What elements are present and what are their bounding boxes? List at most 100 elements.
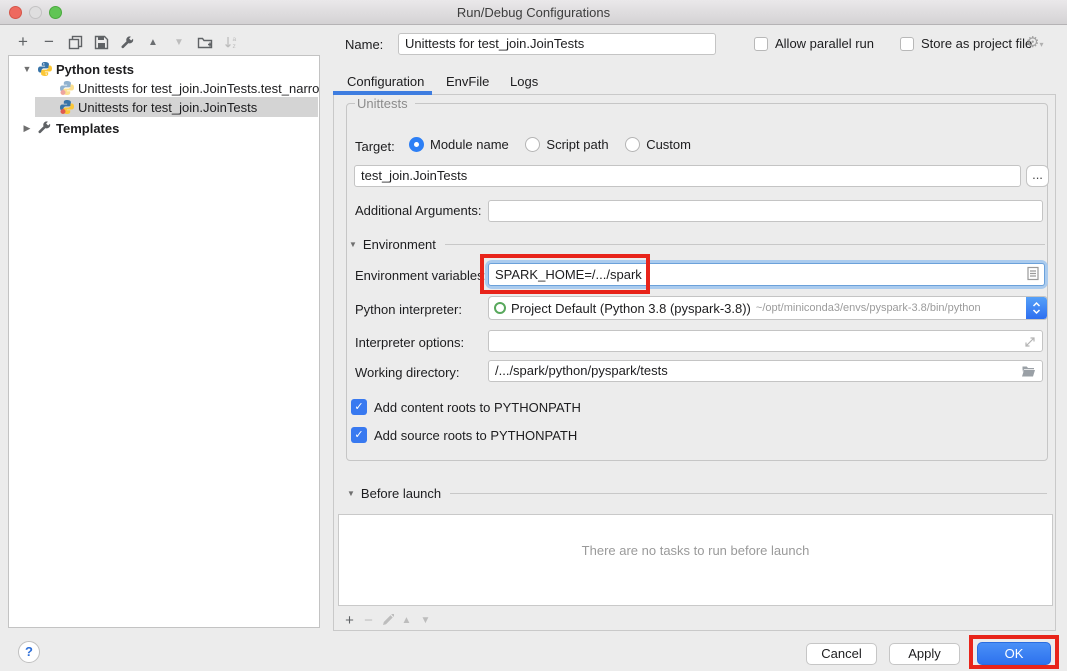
expand-field-icon[interactable] [1024, 334, 1036, 352]
move-task-down-button[interactable]: ▼ [416, 609, 435, 631]
tree-item-label: Templates [56, 121, 119, 136]
sort-alpha-icon: az [224, 35, 239, 50]
radio-module-name[interactable]: Module name [409, 137, 509, 152]
name-input[interactable]: Unittests for test_join.JoinTests [398, 33, 716, 55]
radio-icon [625, 137, 640, 152]
up-triangle-icon: ▲ [148, 37, 158, 48]
environment-section-header[interactable]: ▼ Environment [349, 237, 1045, 252]
plus-icon: + [18, 32, 28, 52]
cancel-button[interactable]: Cancel [806, 643, 877, 665]
move-task-up-button[interactable]: ▲ [397, 609, 416, 631]
copy-configuration-button[interactable] [62, 31, 88, 53]
before-launch-section-header[interactable]: ▼ Before launch [347, 486, 1047, 501]
environment-variables-value: SPARK_HOME=/.../spark [495, 267, 642, 282]
add-configuration-button[interactable]: + [10, 31, 36, 53]
move-up-button[interactable]: ▲ [140, 31, 166, 53]
add-task-button[interactable]: + [340, 609, 359, 631]
name-label: Name: [345, 37, 383, 52]
pencil-icon [381, 614, 394, 627]
python-interpreter-select[interactable]: Project Default (Python 3.8 (pyspark-3.8… [488, 296, 1048, 320]
before-launch-label: Before launch [361, 486, 441, 501]
tree-item-python-tests[interactable]: ▼ Python tests [9, 59, 319, 79]
tree-item-test-narrow[interactable]: Unittests for test_join.JoinTests.test_n… [9, 78, 319, 98]
separator-line [445, 244, 1045, 245]
dropdown-stepper-icon[interactable] [1026, 297, 1047, 319]
store-as-project-file-label: Store as project file [921, 36, 1032, 51]
window-titlebar: Run/Debug Configurations [0, 0, 1067, 25]
allow-parallel-run-option[interactable]: Allow parallel run [754, 36, 874, 51]
move-down-button[interactable]: ▼ [166, 31, 192, 53]
env-vars-editor-icon[interactable] [1027, 266, 1039, 286]
python-test-icon [59, 80, 75, 96]
add-source-roots-label: Add source roots to PYTHONPATH [374, 428, 577, 443]
python-icon [37, 61, 53, 77]
additional-arguments-input[interactable] [488, 200, 1043, 222]
sort-configurations-button[interactable]: az [218, 31, 244, 53]
add-content-roots-label: Add content roots to PYTHONPATH [374, 400, 581, 415]
browse-module-button[interactable]: ... [1026, 165, 1049, 187]
before-launch-empty-text: There are no tasks to run before launch [339, 543, 1052, 558]
unittests-group-box: Unittests Target: Module name Script pat… [346, 103, 1048, 461]
templates-wrench-icon [37, 120, 53, 136]
radio-custom[interactable]: Custom [625, 137, 691, 152]
tree-item-jointests-selected[interactable]: Unittests for test_join.JoinTests [9, 97, 319, 117]
svg-text:a: a [232, 36, 236, 43]
window-title: Run/Debug Configurations [0, 0, 1067, 25]
interpreter-options-label: Interpreter options: [355, 335, 464, 350]
remove-task-button[interactable]: − [359, 609, 378, 631]
target-radio-group: Module name Script path Custom [409, 137, 704, 155]
help-button[interactable]: ? [18, 641, 40, 663]
allow-parallel-run-checkbox[interactable] [754, 37, 768, 51]
store-as-project-file-option[interactable]: Store as project file [900, 36, 1032, 51]
run-debug-configurations-dialog: Run/Debug Configurations + − ▲ ▼ az ▼ Py… [0, 0, 1067, 671]
module-name-value: test_join.JoinTests [361, 168, 467, 183]
question-mark-icon: ? [25, 644, 33, 659]
new-folder-button[interactable] [192, 31, 218, 53]
radio-selected-icon [409, 137, 424, 152]
add-content-roots-option[interactable]: ✓ Add content roots to PYTHONPATH [351, 399, 581, 415]
name-value: Unittests for test_join.JoinTests [405, 36, 584, 51]
separator-line [450, 493, 1047, 494]
store-as-project-file-checkbox[interactable] [900, 37, 914, 51]
radio-label: Custom [646, 137, 691, 152]
interpreter-options-input[interactable] [488, 330, 1043, 352]
radio-script-path[interactable]: Script path [525, 137, 608, 152]
ok-button[interactable]: OK [977, 642, 1051, 665]
edit-task-button[interactable] [378, 609, 397, 631]
module-name-input[interactable]: test_join.JoinTests [354, 165, 1021, 187]
minus-icon: − [44, 32, 54, 52]
python-test-icon [59, 99, 75, 115]
store-options-gear-icon[interactable]: ⚙▾ [1026, 33, 1043, 51]
working-directory-input[interactable]: /.../spark/python/pyspark/tests [488, 360, 1043, 382]
folder-icon[interactable] [1021, 364, 1036, 382]
apply-button[interactable]: Apply [889, 643, 960, 665]
tab-envfile[interactable]: EnvFile [446, 70, 489, 94]
tree-item-label: Unittests for test_join.JoinTests.test_n… [78, 81, 319, 96]
wrench-icon [120, 35, 135, 50]
checked-checkbox-icon[interactable]: ✓ [351, 399, 367, 415]
target-label: Target: [355, 139, 395, 154]
expanded-arrow-icon[interactable]: ▼ [21, 64, 33, 74]
collapsed-arrow-icon[interactable]: ▶ [21, 123, 33, 134]
allow-parallel-run-label: Allow parallel run [775, 36, 874, 51]
add-source-roots-option[interactable]: ✓ Add source roots to PYTHONPATH [351, 427, 577, 443]
configuration-tab-content: Unittests Target: Module name Script pat… [333, 95, 1056, 631]
tree-item-templates[interactable]: ▶ Templates [9, 118, 319, 138]
save-configuration-button[interactable] [88, 31, 114, 53]
new-folder-icon [197, 35, 213, 50]
edit-templates-button[interactable] [114, 31, 140, 53]
down-triangle-icon: ▼ [174, 37, 184, 48]
tree-item-label: Python tests [56, 62, 134, 77]
configurations-tree: ▼ Python tests Unittests for test_join.J… [8, 55, 320, 628]
tab-logs[interactable]: Logs [510, 70, 538, 94]
collapse-triangle-icon[interactable]: ▼ [347, 489, 355, 498]
radio-icon [525, 137, 540, 152]
collapse-triangle-icon[interactable]: ▼ [349, 240, 357, 249]
minus-icon: − [364, 612, 373, 629]
additional-arguments-label: Additional Arguments: [355, 203, 481, 218]
checked-checkbox-icon[interactable]: ✓ [351, 427, 367, 443]
radio-label: Module name [430, 137, 509, 152]
conda-env-icon [494, 302, 506, 314]
environment-variables-input[interactable]: SPARK_HOME=/.../spark [488, 263, 1045, 286]
remove-configuration-button[interactable]: − [36, 31, 62, 53]
